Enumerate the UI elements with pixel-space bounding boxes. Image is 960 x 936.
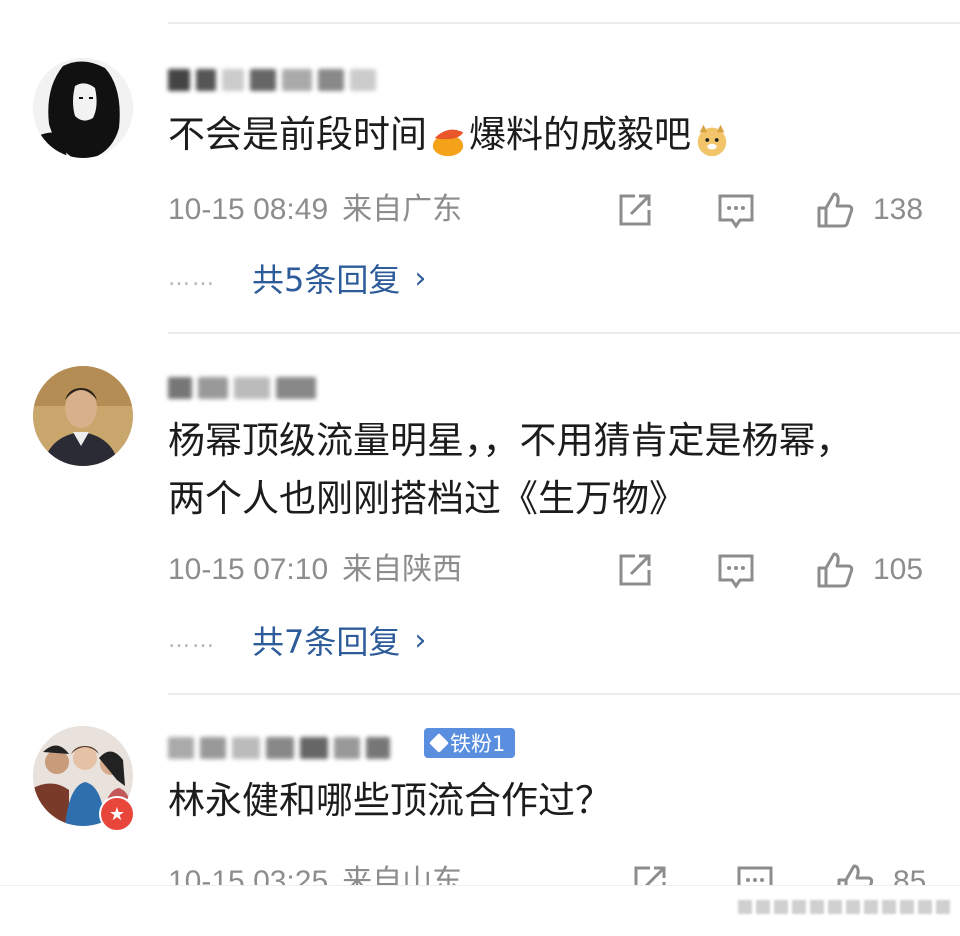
share-icon bbox=[619, 554, 651, 586]
comment-divider bbox=[168, 693, 960, 695]
username-blurred[interactable] bbox=[168, 62, 376, 98]
like-button[interactable]: 105 bbox=[815, 550, 923, 590]
share-icon bbox=[619, 194, 651, 226]
chevron-right-icon: › bbox=[414, 260, 427, 296]
comment-text: 林永健和哪些顶流合作过？ bbox=[168, 779, 612, 822]
like-button[interactable]: 138 bbox=[815, 190, 923, 230]
bottom-watermark-blurred bbox=[738, 900, 950, 914]
share-button[interactable] bbox=[615, 550, 655, 590]
comment-text: 杨幂顶级流量明星，，不用猜肯定是杨幂， 两个人也刚刚搭档过《生万物》 bbox=[168, 412, 920, 528]
top-divider bbox=[168, 22, 960, 24]
view-replies-link[interactable]: 共5条回复 › bbox=[252, 255, 426, 301]
comment-text-line: 两个人也刚刚搭档过《生万物》 bbox=[168, 477, 686, 520]
comment-meta: 10-15 07:10 来自陕西 bbox=[168, 550, 462, 590]
diamond-icon bbox=[429, 733, 449, 753]
bottom-bar bbox=[0, 885, 960, 936]
comment-button[interactable] bbox=[716, 190, 756, 230]
comment-location: 来自广东 bbox=[342, 192, 463, 227]
username-blurred[interactable] bbox=[168, 730, 428, 766]
comment-text-line: 杨幂顶级流量明星，，不用猜肯定是杨幂， bbox=[168, 419, 853, 462]
comment-icon bbox=[718, 194, 754, 229]
comment-time: 10-15 08:49 bbox=[168, 193, 329, 226]
username-blurred[interactable] bbox=[168, 370, 316, 406]
verified-badge-icon: ★ bbox=[99, 796, 135, 832]
like-count: 105 bbox=[873, 553, 924, 586]
share-button[interactable] bbox=[615, 190, 655, 230]
doge-emoji-icon bbox=[693, 118, 731, 156]
avatar[interactable] bbox=[33, 58, 133, 158]
comment-button[interactable] bbox=[716, 550, 756, 590]
chevron-right-icon: › bbox=[414, 622, 427, 658]
melon-emoji-icon bbox=[429, 118, 467, 156]
thumbs-up-icon bbox=[817, 552, 854, 588]
replies-dots: …… bbox=[168, 627, 216, 653]
comment-location: 来自陕西 bbox=[342, 552, 463, 587]
comment-meta: 10-15 08:49 来自广东 bbox=[168, 190, 462, 230]
comment-icon bbox=[718, 554, 754, 589]
thumbs-up-icon bbox=[817, 192, 854, 228]
replies-row: …… 共5条回复 › bbox=[168, 255, 426, 301]
like-count: 138 bbox=[873, 193, 924, 226]
comment-divider bbox=[168, 332, 960, 334]
replies-dots: …… bbox=[168, 265, 216, 291]
comment-text: 不会是前段时间 爆料的成毅吧 bbox=[168, 106, 920, 164]
fan-level-badge[interactable]: 铁粉1 bbox=[424, 728, 516, 758]
view-replies-link[interactable]: 共7条回复 › bbox=[252, 617, 426, 663]
comment-time: 10-15 07:10 bbox=[168, 553, 329, 586]
replies-row: …… 共7条回复 › bbox=[168, 617, 426, 663]
avatar[interactable] bbox=[33, 366, 133, 466]
